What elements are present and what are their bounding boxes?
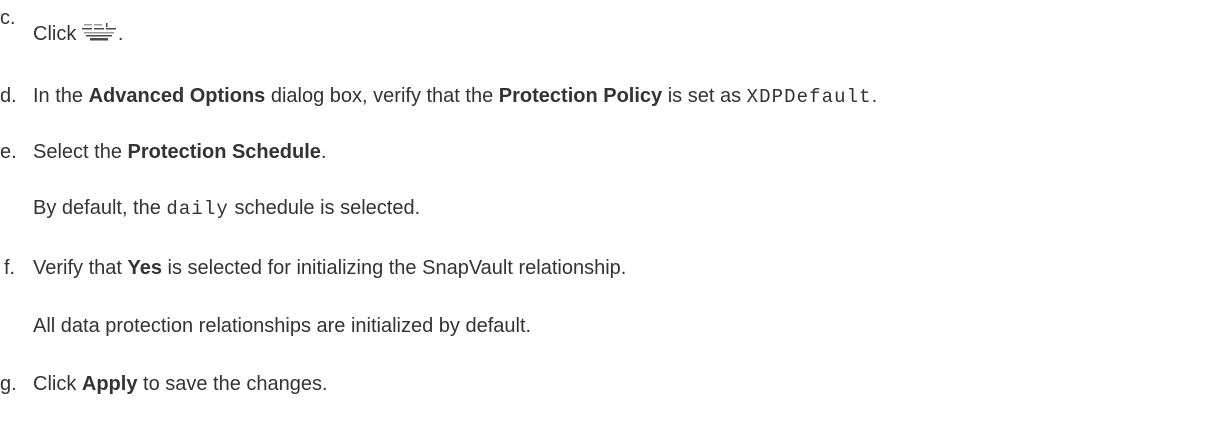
option-value: Yes [127, 257, 162, 279]
step-f-note: All data protection relationships are in… [33, 315, 532, 337]
advanced-options-icon [81, 22, 118, 42]
step-marker: e. [0, 141, 17, 163]
step-text: Verify that Yes is selected for initiali… [33, 257, 627, 279]
step-marker: g. [0, 373, 17, 395]
step-e-note: By default, the daily schedule is select… [33, 197, 421, 220]
button-name: Apply [81, 373, 138, 395]
step-marker: d. [0, 85, 17, 107]
code-value: XDPDefault [746, 86, 872, 108]
step-text: Click . [33, 22, 124, 45]
step-marker: f. [4, 257, 16, 279]
field-name: Protection Policy [498, 85, 663, 107]
dialog-name: Advanced Options [88, 85, 266, 107]
step-marker: c. [0, 7, 16, 29]
code-value: daily [166, 198, 229, 220]
step-text: In the Advanced Options dialog box, veri… [33, 85, 878, 108]
field-name: Protection Schedule [127, 141, 321, 163]
step-text: Select the Protection Schedule. [33, 141, 327, 163]
step-text: Click Apply to save the changes. [33, 373, 328, 395]
